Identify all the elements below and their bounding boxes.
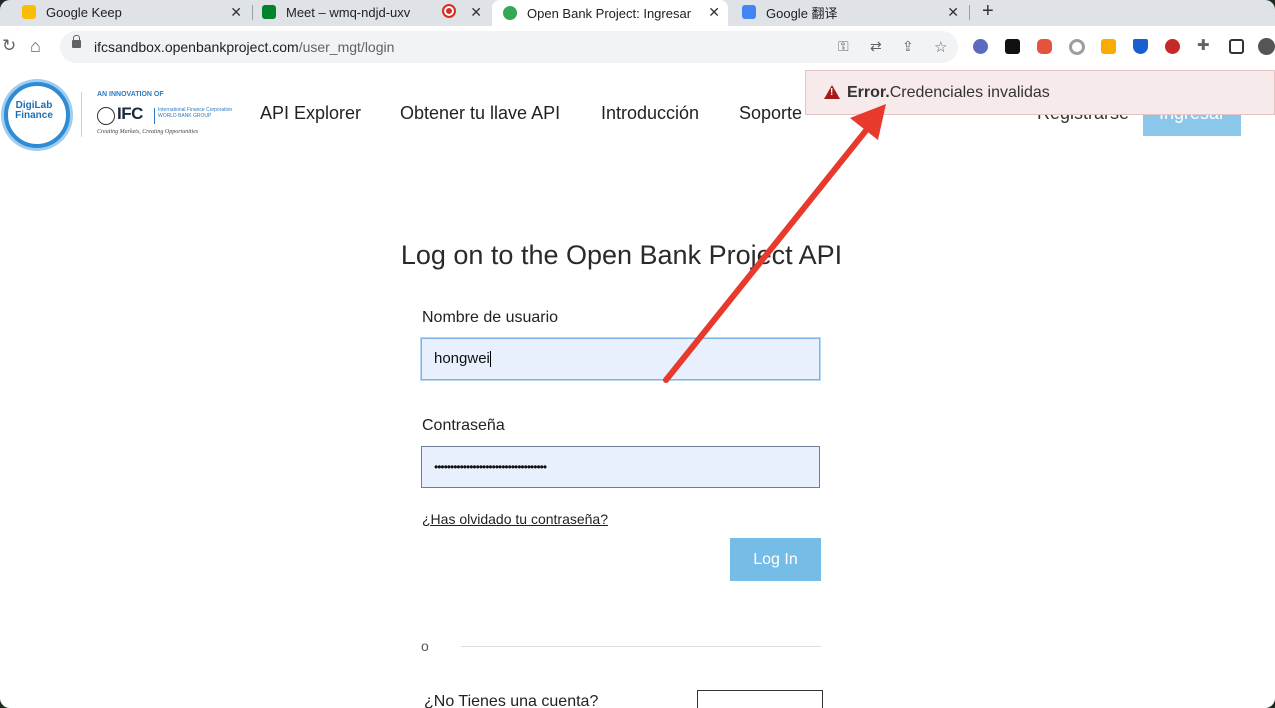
arrow-shaft: [663, 125, 871, 383]
arrow-head: [850, 104, 886, 140]
annotation-arrow: [663, 104, 886, 383]
browser-window: Google Keep ✕ Meet – wmq-ndjd-uxv ✕ Open…: [0, 0, 1275, 708]
